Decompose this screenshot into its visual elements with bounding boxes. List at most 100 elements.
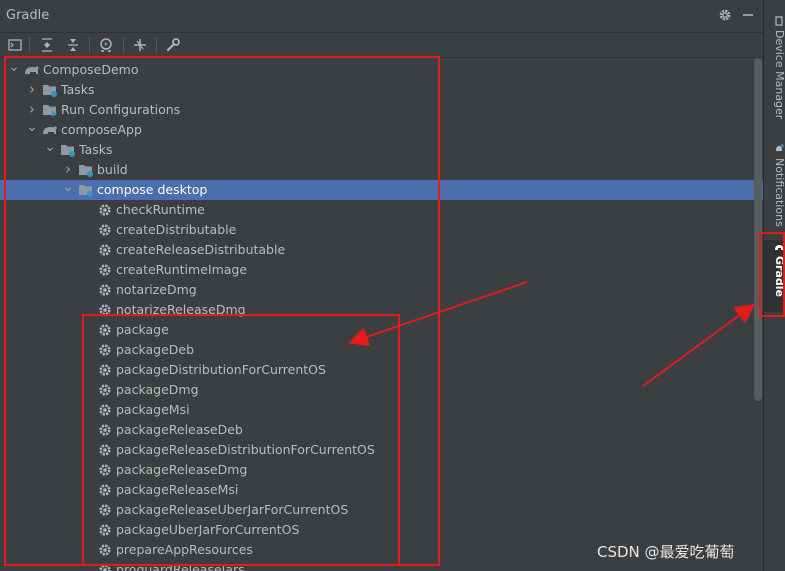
settings-wrench-icon[interactable] [164,36,182,54]
tree-node-label: prepareAppResources [116,542,253,557]
tree-node-label: packageReleaseUberJarForCurrentOS [116,502,349,517]
toolbar-separator [123,37,124,53]
task-item[interactable]: notarizeDmg [0,280,763,300]
task-item[interactable]: createReleaseDistributable [0,240,763,260]
gear-icon [97,282,113,298]
tree-node-label: packageReleaseDistributionForCurrentOS [116,442,375,457]
tree-node-label: createRuntimeImage [116,262,248,277]
tree-node-label: Tasks [79,142,113,157]
toolbar-separator [29,37,30,53]
tree-node-label: checkRuntime [116,202,205,217]
side-tab-gradle[interactable]: Gradle [764,240,785,312]
tree-node[interactable]: › Run Configurations [0,100,763,120]
chevron-down-icon[interactable]: ⌄ [44,140,56,160]
toolbar-separator [89,37,90,53]
gear-icon [97,442,113,458]
chevron-down-icon[interactable]: ⌄ [62,180,74,200]
tree-node-label: Run Configurations [61,102,181,117]
panel-title: Gradle [6,8,50,23]
task-item[interactable]: packageReleaseDistributionForCurrentOS [0,440,763,460]
tree-node-label: packageDistributionForCurrentOS [116,362,326,377]
vertical-scrollbar[interactable] [754,58,762,401]
expand-all-icon[interactable] [38,36,56,54]
gear-icon [97,322,113,338]
tree-node[interactable]: ⌄ Tasks [0,140,763,160]
gear-icon [97,202,113,218]
tree-node-label: compose desktop [97,182,208,197]
task-item[interactable]: checkRuntime [0,200,763,220]
hide-panel-icon[interactable] [740,7,756,23]
chevron-right-icon[interactable]: › [26,80,38,100]
gear-icon [97,422,113,438]
tree-node-label: build [97,162,128,177]
toggle-offline-icon[interactable] [131,36,149,54]
tree-node-label: proguardReleaseJars [116,562,245,571]
panel-header: Gradle [0,0,763,33]
task-item[interactable]: packageMsi [0,400,763,420]
tree-node-label: packageUberJarForCurrentOS [116,522,300,537]
tree-node-label: packageReleaseMsi [116,482,239,497]
task-item[interactable]: package [0,320,763,340]
tree-node-label: packageReleaseDeb [116,422,243,437]
gear-icon [97,462,113,478]
task-item[interactable]: packageReleaseUberJarForCurrentOS [0,500,763,520]
chevron-down-icon[interactable]: ⌄ [8,60,20,80]
task-item[interactable]: createRuntimeImage [0,260,763,280]
task-item[interactable]: packageUberJarForCurrentOS [0,520,763,540]
toolbar-separator [156,37,157,53]
device-icon [775,16,785,26]
chevron-right-icon[interactable]: › [62,160,74,180]
task-folder-icon [60,142,76,158]
analyze-icon[interactable] [97,36,115,54]
right-tool-window-bar: Device Manager Notifications Gradle [763,0,785,571]
task-item[interactable]: packageReleaseDeb [0,420,763,440]
tree-node-label: packageDeb [116,342,195,357]
side-tab-label: Notifications [773,158,785,227]
chevron-right-icon[interactable]: › [26,100,38,120]
gear-icon [97,502,113,518]
gear-icon [97,522,113,538]
tree-node-label: notarizeDmg [116,282,197,297]
task-item[interactable]: createDistributable [0,220,763,240]
tree-node-label: createDistributable [116,222,237,237]
tree-node[interactable]: › Tasks [0,80,763,100]
gear-icon [97,302,113,318]
tree-node-label: packageDmg [116,382,199,397]
tree-node[interactable]: ⌄ compose desktop [0,180,763,200]
task-item[interactable]: packageDmg [0,380,763,400]
gear-icon [97,562,113,571]
settings-gear-icon[interactable] [717,7,733,23]
chevron-down-icon[interactable]: ⌄ [26,120,38,140]
tree-node-label: ComposeDemo [43,62,139,77]
tree-node[interactable]: ⌄ composeApp [0,120,763,140]
task-folder-icon [42,82,58,98]
gradle-toolbar [0,33,763,58]
task-item[interactable]: packageReleaseMsi [0,480,763,500]
task-item[interactable]: packageDeb [0,340,763,360]
tree-node-label: Tasks [61,82,95,97]
task-item[interactable]: packageDistributionForCurrentOS [0,360,763,380]
side-tab-label: Device Manager [773,30,785,120]
tree-node-label: packageReleaseDmg [116,462,248,477]
tree-node-label: packageMsi [116,402,190,417]
tree-node-label: package [116,322,169,337]
watermark: CSDN @最爱吃葡萄 [597,543,735,561]
side-tab-notifications[interactable]: Notifications [764,142,785,234]
task-item[interactable]: notarizeReleaseDmg [0,300,763,320]
side-tab-device-manager[interactable]: Device Manager [764,14,785,126]
task-folder-icon [78,162,94,178]
tree-node-label: composeApp [61,122,142,137]
gear-icon [97,542,113,558]
task-item[interactable]: packageReleaseDmg [0,460,763,480]
collapse-all-icon[interactable] [64,36,82,54]
gradle-elephant-icon [775,242,785,252]
terminal-icon[interactable] [6,36,24,54]
tree-node[interactable]: › build [0,160,763,180]
gear-icon [97,222,113,238]
side-tab-label: Gradle [773,256,785,297]
gradle-elephant-icon [24,62,40,78]
gear-icon [97,382,113,398]
tree-node[interactable]: ⌄ ComposeDemo [0,60,763,80]
gear-icon [97,362,113,378]
gear-icon [97,262,113,278]
